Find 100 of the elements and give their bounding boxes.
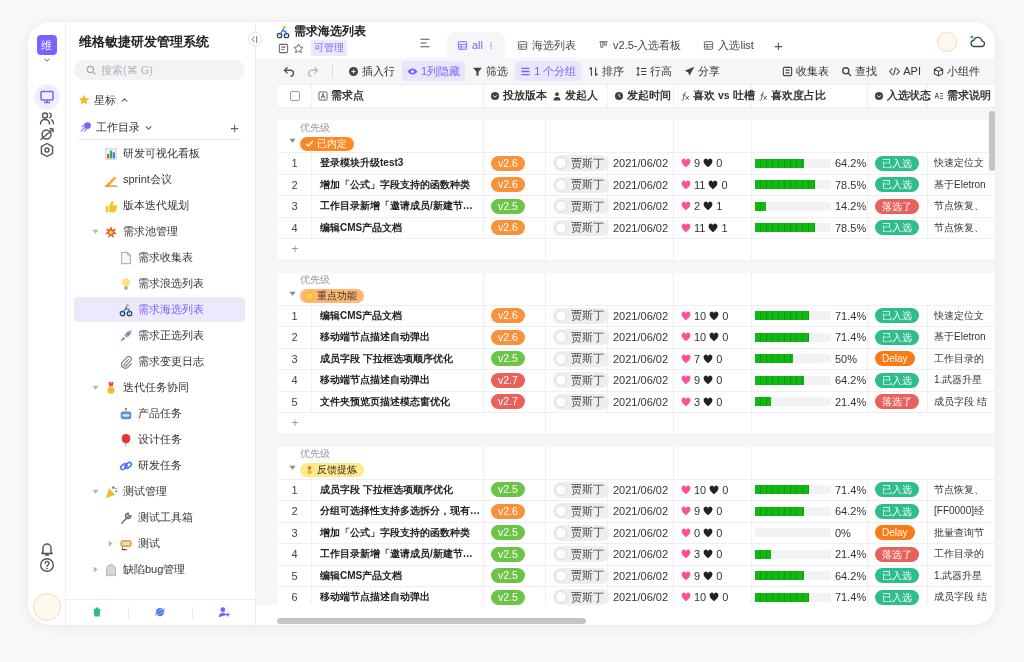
- tree-item[interactable]: sprint会议: [74, 167, 245, 192]
- section-title[interactable]: 星标: [94, 92, 116, 108]
- bell-icon[interactable]: [38, 541, 55, 557]
- tree-item[interactable]: 缺陷bug管理: [74, 557, 245, 582]
- search-icon: [86, 65, 96, 75]
- toolbar-button[interactable]: 插入行: [343, 61, 400, 81]
- tree-item[interactable]: 测试工具箱: [74, 505, 245, 530]
- status-tag: 已入选: [875, 155, 919, 171]
- search-icon: [841, 65, 853, 77]
- scrollbar[interactable]: [277, 618, 586, 624]
- toolbar-button[interactable]: 分享: [679, 61, 726, 81]
- people-icon[interactable]: [38, 110, 55, 126]
- tree-item[interactable]: 需求正选列表: [74, 323, 245, 348]
- toolbar-button[interactable]: 筛选: [467, 61, 514, 81]
- tab[interactable]: v2.5-入选看板: [588, 32, 692, 58]
- toolbar-button[interactable]: 1列隐藏: [402, 61, 466, 81]
- rocket-icon: [119, 328, 133, 343]
- app-title: 维格敏捷研发管理系统: [78, 33, 210, 51]
- version-tag: v2.6: [491, 155, 525, 171]
- checkbox[interactable]: [289, 91, 300, 101]
- column-header[interactable]: 需求点: [312, 85, 484, 107]
- scrollbar[interactable]: [989, 111, 995, 171]
- tree-item[interactable]: 需求收集表: [74, 245, 245, 270]
- tab[interactable]: 海选列表: [507, 32, 586, 58]
- tree-item[interactable]: 产品任务: [74, 401, 245, 426]
- avatar-icon: [555, 331, 567, 344]
- member-name: 贾斯丁: [571, 503, 604, 519]
- description-icon[interactable]: [278, 42, 289, 54]
- tree-item[interactable]: 研发任务: [74, 453, 245, 478]
- collapse-button[interactable]: [248, 32, 262, 46]
- triangle-icon[interactable]: [289, 289, 296, 297]
- heart-icon: [703, 375, 714, 386]
- column-header[interactable]: 投放版本: [484, 85, 546, 107]
- tree-item[interactable]: 需求变更日志: [74, 349, 245, 374]
- add-tab-button[interactable]: +: [765, 32, 791, 58]
- toolbar-button[interactable]: 1 个分组: [515, 61, 582, 81]
- dislike-count: 0: [716, 374, 723, 387]
- cloud-icon[interactable]: [969, 34, 985, 50]
- tree-item[interactable]: 测试: [74, 531, 245, 556]
- planet-icon[interactable]: [38, 126, 55, 142]
- section-title[interactable]: 工作目录: [96, 119, 140, 135]
- table-cell: 登录模块升级test3: [312, 153, 484, 174]
- chevron-icon[interactable]: [41, 55, 52, 65]
- column-header[interactable]: 发起时间: [608, 85, 674, 107]
- search-field[interactable]: 搜索(⌘ G): [74, 60, 245, 80]
- tag-label: 已内定: [317, 136, 347, 151]
- select-icon: [874, 91, 884, 101]
- triangle-icon[interactable]: [91, 228, 99, 235]
- member-name: 贾斯丁: [571, 198, 604, 214]
- percent-label: 71.4%: [835, 483, 867, 496]
- tree-item[interactable]: 需求池管理: [74, 219, 245, 244]
- status-tag: 已入选: [875, 503, 919, 519]
- percent-label: 78.5%: [835, 178, 867, 191]
- tree-item[interactable]: 设计任务: [74, 427, 245, 452]
- member-name: 贾斯丁: [571, 525, 604, 541]
- toolbar-button[interactable]: 小组件: [928, 61, 985, 81]
- toolbar-button[interactable]: 排序: [583, 61, 630, 81]
- permission-label: 可管理: [311, 40, 347, 56]
- add-button[interactable]: +: [230, 119, 239, 135]
- form-icon: [782, 65, 794, 77]
- triangle-icon[interactable]: [91, 488, 99, 495]
- nav-button[interactable]: [33, 84, 60, 110]
- table-cell: 编辑CMS产品文档: [312, 565, 484, 586]
- triangle-icon[interactable]: [91, 384, 99, 391]
- toolbar-button[interactable]: API: [884, 61, 926, 81]
- dislike-count: 0: [716, 505, 723, 518]
- star-icon[interactable]: [293, 42, 304, 54]
- tree-item[interactable]: 需求浪选列表: [74, 271, 245, 296]
- member-name: 贾斯丁: [571, 568, 604, 584]
- tree-item[interactable]: 测试管理: [74, 479, 245, 504]
- heart-icon: [709, 484, 720, 495]
- workspace-logo[interactable]: 维: [36, 35, 57, 55]
- toolbar-button[interactable]: 行高: [631, 61, 678, 81]
- status-tag: 已入选: [875, 308, 919, 324]
- triangle-icon[interactable]: [289, 137, 296, 144]
- help-icon[interactable]: [38, 557, 55, 573]
- tab[interactable]: all: [447, 32, 505, 58]
- table-cell: 移动端节点描述自动弹出: [312, 370, 484, 391]
- tree-item[interactable]: 需求海选列表: [74, 297, 245, 322]
- column-header[interactable]: 发起人: [546, 85, 608, 107]
- select-icon: [490, 91, 500, 101]
- party-icon: [104, 484, 118, 499]
- triangle-icon[interactable]: [91, 566, 99, 573]
- member-name: 贾斯丁: [571, 308, 604, 324]
- like-count: 9: [694, 569, 701, 582]
- bulb-icon: [119, 276, 133, 291]
- triangle-icon[interactable]: [106, 540, 114, 547]
- table-cell-text: 快速定位文: [933, 308, 985, 323]
- tab[interactable]: 入选list: [693, 32, 764, 58]
- eye-icon: [407, 65, 418, 77]
- tree-item[interactable]: 研发可视化看板: [74, 141, 245, 166]
- heart-icon: [681, 570, 691, 581]
- tree-item[interactable]: 版本迭代规划: [74, 193, 245, 218]
- toolbar-button[interactable]: 收集表: [777, 61, 835, 81]
- chevron-icon[interactable]: [120, 95, 129, 105]
- tree-item[interactable]: 迭代任务协同: [74, 375, 245, 400]
- toolbar-button[interactable]: 查找: [836, 61, 883, 81]
- triangle-icon[interactable]: [289, 463, 296, 471]
- code-icon: [889, 65, 901, 77]
- settings-icon[interactable]: [38, 142, 55, 158]
